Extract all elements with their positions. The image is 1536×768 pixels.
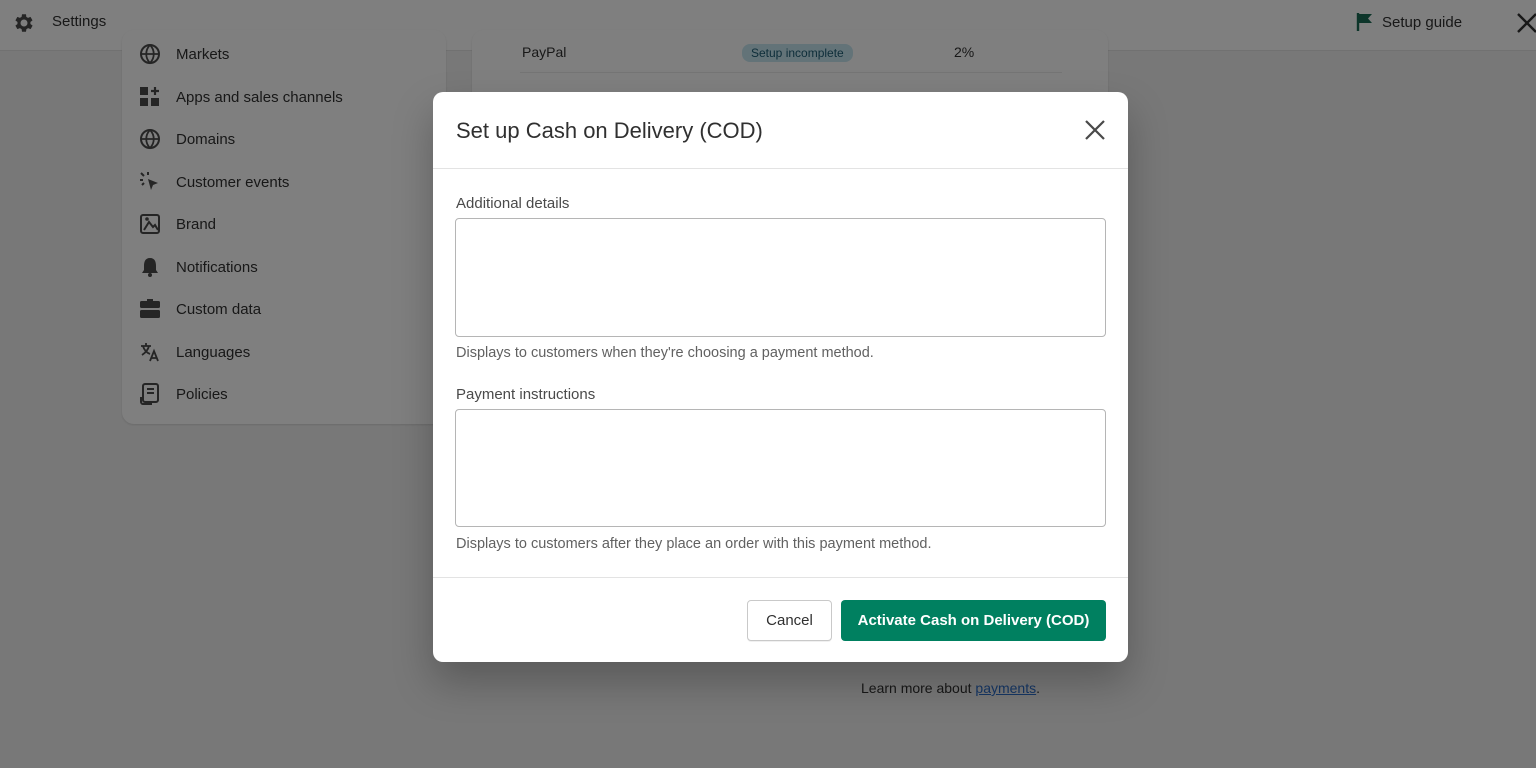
additional-details-help: Displays to customers when they're choos… <box>456 345 874 361</box>
close-icon[interactable] <box>1081 116 1109 144</box>
modal-header: Set up Cash on Delivery (COD) <box>433 92 1128 169</box>
additional-details-label: Additional details <box>456 195 570 212</box>
cod-setup-modal: Set up Cash on Delivery (COD) Additional… <box>433 92 1128 662</box>
footer-divider <box>433 577 1128 578</box>
additional-details-field[interactable] <box>455 218 1106 337</box>
modal-title: Set up Cash on Delivery (COD) <box>456 118 763 143</box>
payment-instructions-help: Displays to customers after they place a… <box>456 536 932 552</box>
payment-instructions-label: Payment instructions <box>456 386 596 403</box>
payment-instructions-field[interactable] <box>455 409 1106 527</box>
activate-cod-button[interactable]: Activate Cash on Delivery (COD) <box>841 600 1106 641</box>
cancel-button[interactable]: Cancel <box>747 600 832 641</box>
